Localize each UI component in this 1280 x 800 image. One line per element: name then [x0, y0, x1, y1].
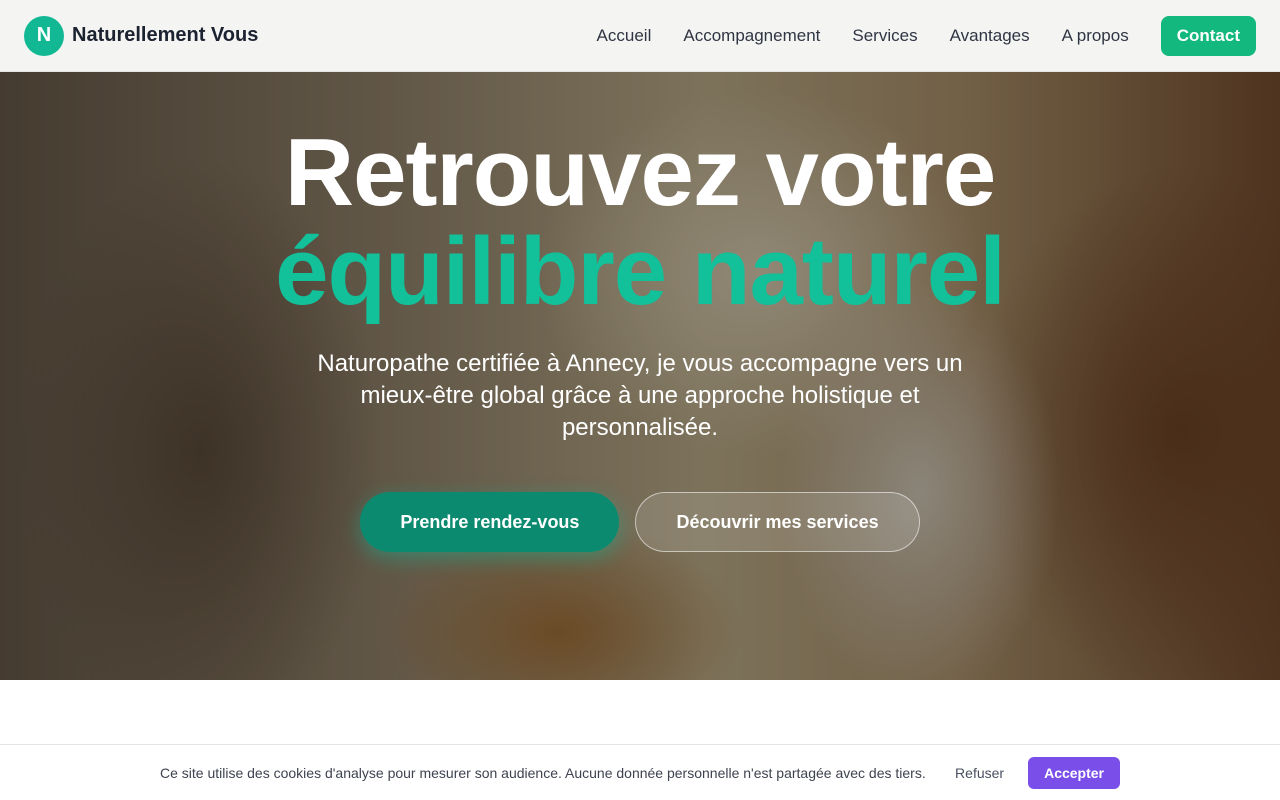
book-appointment-button[interactable]: Prendre rendez-vous: [360, 492, 620, 552]
hero-actions: Prendre rendez-vous Découvrir mes servic…: [360, 492, 920, 552]
nav-link-avantages[interactable]: Avantages: [950, 26, 1030, 46]
cookie-banner: Ce site utilise des cookies d'analyse po…: [0, 744, 1280, 800]
brand-name[interactable]: Naturellement Vous: [72, 24, 258, 47]
main-nav: Accueil Accompagnement Services Avantage…: [597, 15, 1256, 56]
hero-title-line1: Retrouvez votre: [284, 119, 997, 226]
hero-title: Retrouvez votre équilibre naturel: [275, 72, 1006, 325]
site-header: N Naturellement Vous Accueil Accompagnem…: [0, 0, 1280, 72]
hero-content: Retrouvez votre équilibre naturel Naturo…: [0, 72, 1280, 680]
contact-button[interactable]: Contact: [1160, 15, 1256, 56]
cookie-accept-button[interactable]: Accepter: [1028, 756, 1120, 789]
brand[interactable]: N Naturellement Vous: [24, 15, 258, 56]
nav-link-accueil[interactable]: Accueil: [597, 26, 652, 46]
nav-link-accompagnement[interactable]: Accompagnement: [683, 26, 820, 46]
cookie-refuse-button[interactable]: Refuser: [955, 765, 1004, 781]
hero-title-line2: équilibre naturel: [275, 218, 1006, 325]
logo-icon[interactable]: N: [24, 15, 64, 56]
nav-link-a-propos[interactable]: A propos: [1062, 26, 1129, 46]
cookie-message: Ce site utilise des cookies d'analyse po…: [160, 764, 926, 781]
hero-subtitle: Naturopathe certifiée à Annecy, je vous …: [317, 350, 963, 441]
discover-services-button[interactable]: Découvrir mes services: [635, 492, 920, 552]
nav-link-services[interactable]: Services: [852, 26, 917, 46]
hero-section: Retrouvez votre équilibre naturel Naturo…: [0, 72, 1280, 680]
